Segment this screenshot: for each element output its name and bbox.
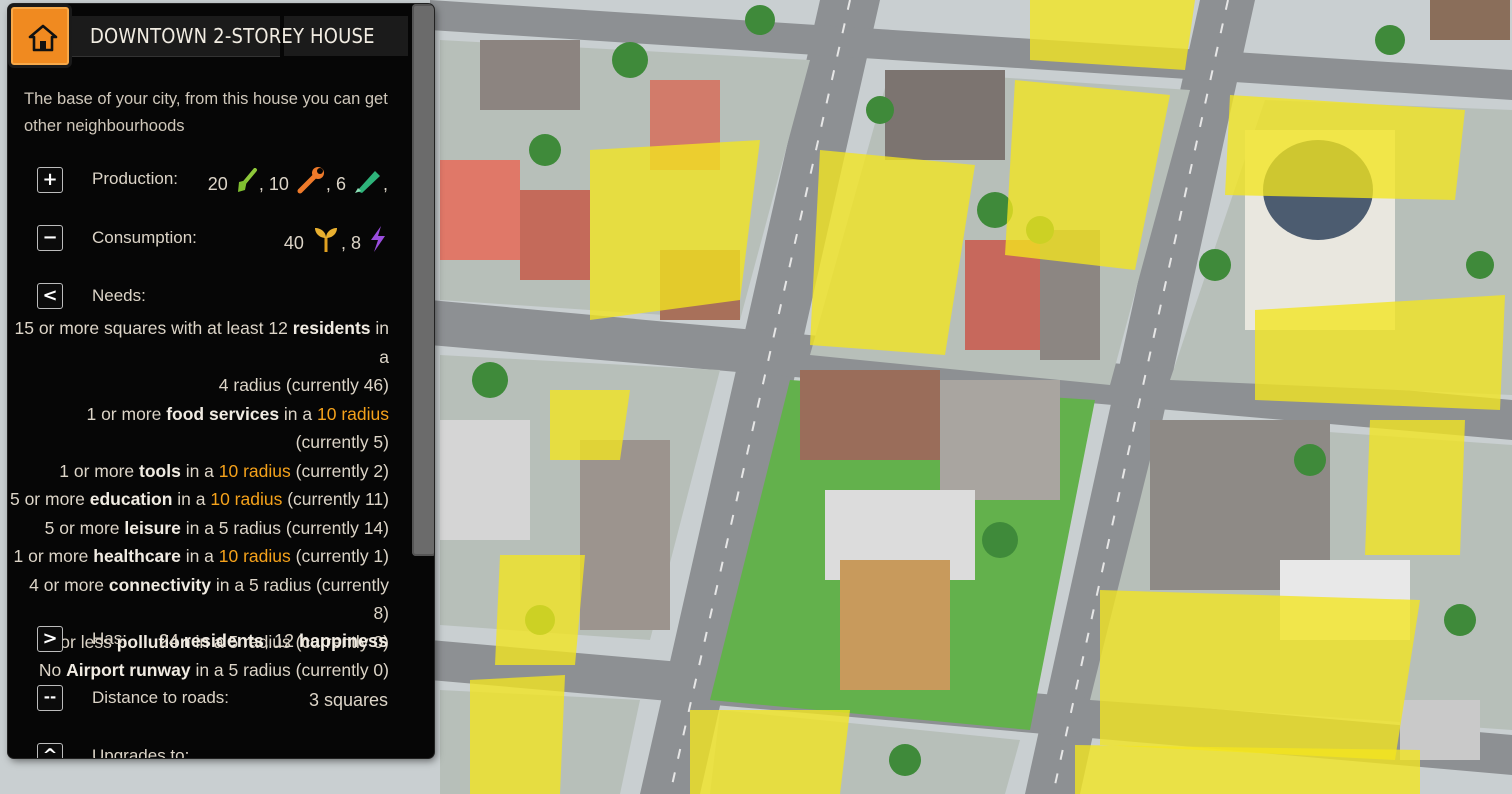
- distance-toggle-button[interactable]: --: [37, 685, 63, 711]
- consumption-values: 40 , 8: [284, 225, 388, 254]
- need-connectivity: 4 or more connectivity in a 5 radius (cu…: [29, 574, 389, 624]
- distance-label: Distance to roads:: [92, 688, 230, 707]
- shovel-icon: [237, 168, 257, 192]
- home-icon: [28, 24, 58, 52]
- need-residents-radius: 4 radius (currently 46): [218, 375, 389, 395]
- need-residents: 15 or more squares with at least 12 resi…: [14, 318, 390, 367]
- production-values: 20 , 10 , 6 ,: [208, 166, 388, 195]
- has-values: 24 residents, 12 happiness: [158, 631, 388, 651]
- needs-toggle-button[interactable]: <: [37, 283, 63, 309]
- consumption-label: Consumption:: [92, 228, 197, 247]
- pen-icon: [354, 171, 380, 193]
- building-description: The base of your city, from this house y…: [24, 90, 388, 135]
- need-food-services: 1 or more food services in a 10 radius (…: [86, 403, 389, 453]
- panel-scrollbar[interactable]: [412, 4, 434, 556]
- production-separator: ,: [382, 174, 388, 194]
- needs-list: 15 or more squares with at least 12 resi…: [9, 314, 389, 685]
- has-toggle-button[interactable]: >: [37, 626, 63, 652]
- consumption-value: 40: [283, 233, 304, 253]
- distance-value: 3 squares: [308, 690, 388, 710]
- production-separator: ,: [258, 174, 264, 194]
- need-tools: 1 or more tools in a 10 radius (currentl…: [59, 460, 389, 481]
- production-toggle-button[interactable]: +: [37, 167, 63, 193]
- upgrades-label: Upgrades to:: [92, 746, 190, 758]
- sprout-icon: [314, 228, 337, 252]
- production-value: 10: [268, 174, 289, 194]
- consumption-separator: ,: [340, 233, 346, 253]
- need-healthcare: 1 or more healthcare in a 10 radius (cur…: [13, 546, 389, 566]
- has-label: Has:: [92, 629, 127, 648]
- production-label: Production:: [92, 169, 178, 188]
- home-button[interactable]: [8, 4, 72, 68]
- needs-label: Needs:: [92, 286, 146, 305]
- consumption-toggle-button[interactable]: −: [37, 225, 63, 251]
- upgrades-toggle-button[interactable]: ^: [37, 743, 63, 758]
- production-value: 20: [207, 174, 228, 194]
- building-info-panel: DOWNTOWN 2-STOREY HOUSE The base of your…: [8, 4, 434, 758]
- lightning-icon: [371, 226, 385, 252]
- consumption-value: 8: [350, 233, 361, 253]
- production-separator: ,: [325, 174, 331, 194]
- need-airport-runway: No Airport runway in a 5 radius (current…: [38, 660, 389, 680]
- wrench-icon: [297, 167, 324, 194]
- need-education: 5 or more education in a 10 radius (curr…: [9, 489, 389, 509]
- production-value: 6: [335, 174, 346, 194]
- need-leisure: 5 or more leisure in a 5 radius (current…: [44, 517, 389, 538]
- building-title: DOWNTOWN 2-STOREY HOUSE: [90, 24, 375, 48]
